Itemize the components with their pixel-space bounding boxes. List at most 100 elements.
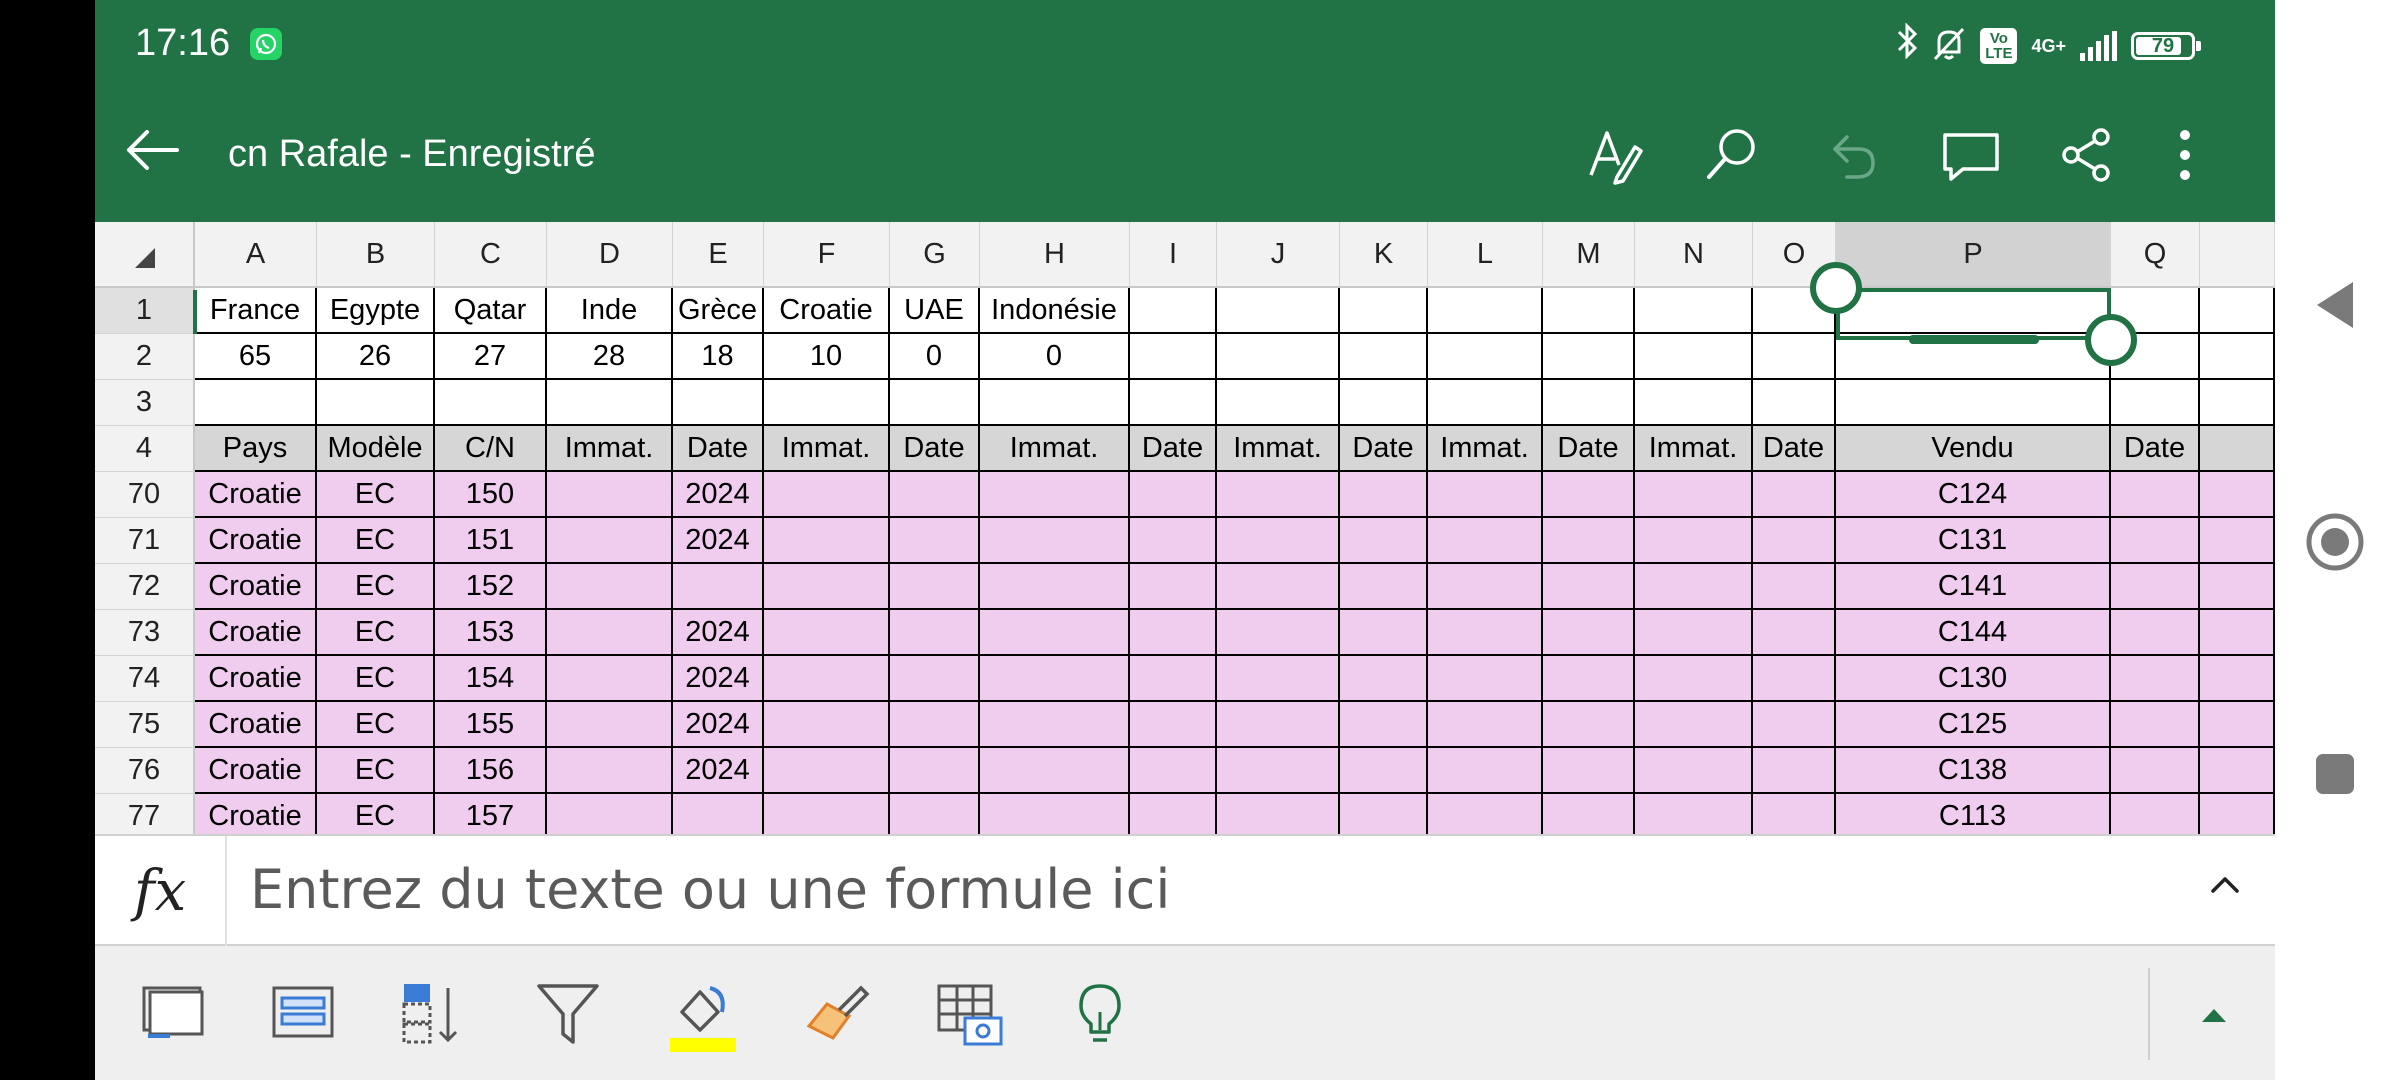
table-cell[interactable]	[764, 702, 890, 748]
table-cell[interactable]: Immat.	[1635, 426, 1753, 472]
table-cell[interactable]: C138	[1836, 748, 2111, 794]
table-cell[interactable]	[1635, 656, 1753, 702]
table-cell[interactable]	[547, 380, 673, 426]
table-cell[interactable]	[1428, 702, 1543, 748]
table-cell[interactable]	[764, 748, 890, 794]
table-cell[interactable]: Inde	[547, 288, 673, 334]
table-cell[interactable]: C124	[1836, 472, 2111, 518]
table-cell[interactable]: 2024	[673, 748, 764, 794]
table-cell[interactable]	[1635, 702, 1753, 748]
table-cell[interactable]: Egypte	[317, 288, 435, 334]
table-cell[interactable]	[1340, 794, 1428, 834]
column-header[interactable]: C	[435, 222, 547, 288]
table-cell[interactable]	[1543, 702, 1635, 748]
table-cell[interactable]	[1543, 518, 1635, 564]
table-cell[interactable]	[764, 656, 890, 702]
table-cell[interactable]: C141	[1836, 564, 2111, 610]
table-cell[interactable]: EC	[317, 748, 435, 794]
row-header[interactable]: 74	[95, 656, 195, 702]
table-cell[interactable]	[317, 380, 435, 426]
table-cell[interactable]	[1217, 518, 1340, 564]
table-cell[interactable]: Croatie	[195, 518, 317, 564]
table-cell[interactable]	[1340, 610, 1428, 656]
row-header[interactable]: 71	[95, 518, 195, 564]
table-cell[interactable]: EC	[317, 610, 435, 656]
column-header[interactable]: J	[1217, 222, 1340, 288]
table-cell[interactable]	[1340, 518, 1428, 564]
table-cell[interactable]	[890, 518, 980, 564]
table-cell[interactable]: Qatar	[435, 288, 547, 334]
table-cell[interactable]: Date	[673, 426, 764, 472]
table-cell[interactable]	[1130, 380, 1217, 426]
select-all-corner[interactable]	[95, 222, 195, 288]
table-cell[interactable]	[1635, 794, 1753, 834]
table-cell[interactable]: C131	[1836, 518, 2111, 564]
nav-back-icon[interactable]	[2315, 280, 2355, 335]
table-cell[interactable]	[980, 518, 1130, 564]
row-header[interactable]: 3	[95, 380, 195, 426]
selection-handle-start[interactable]	[1810, 262, 1862, 314]
table-cell[interactable]	[547, 610, 673, 656]
table-cell[interactable]: C113	[1836, 794, 2111, 834]
table-cell[interactable]: Indonésie	[980, 288, 1130, 334]
table-cell[interactable]: Date	[1543, 426, 1635, 472]
table-cell[interactable]	[890, 656, 980, 702]
table-cell[interactable]: 2024	[673, 518, 764, 564]
table-cell[interactable]	[1635, 288, 1753, 334]
table-cell[interactable]	[673, 564, 764, 610]
table-cell[interactable]	[764, 472, 890, 518]
table-cell[interactable]	[890, 610, 980, 656]
table-cell[interactable]	[764, 794, 890, 834]
table-cell[interactable]	[1217, 794, 1340, 834]
table-cell[interactable]: Croatie	[195, 656, 317, 702]
table-cell[interactable]	[1635, 380, 1753, 426]
table-cell[interactable]: 2024	[673, 472, 764, 518]
table-cell[interactable]: 157	[435, 794, 547, 834]
table-cell[interactable]	[980, 610, 1130, 656]
table-cell[interactable]: C144	[1836, 610, 2111, 656]
table-cell[interactable]	[547, 794, 673, 834]
row-header[interactable]: 77	[95, 794, 195, 834]
table-cell[interactable]	[890, 794, 980, 834]
column-header[interactable]: B	[317, 222, 435, 288]
table-cell[interactable]	[2111, 380, 2200, 426]
format-painter-icon[interactable]	[805, 982, 871, 1051]
table-cell[interactable]	[2111, 472, 2200, 518]
table-cell[interactable]	[435, 380, 547, 426]
table-cell[interactable]: Immat.	[1217, 426, 1340, 472]
table-cell[interactable]: Vendu	[1836, 426, 2111, 472]
table-cell[interactable]	[890, 702, 980, 748]
table-cell[interactable]	[673, 380, 764, 426]
table-cell[interactable]	[980, 472, 1130, 518]
column-header[interactable]: I	[1130, 222, 1217, 288]
table-cell[interactable]	[1753, 794, 1836, 834]
row-header[interactable]: 72	[95, 564, 195, 610]
table-cell[interactable]: Croatie	[195, 794, 317, 834]
table-cell[interactable]: Croatie	[764, 288, 890, 334]
table-cell[interactable]	[1130, 518, 1217, 564]
table-cell[interactable]	[1340, 472, 1428, 518]
table-cell[interactable]: 2024	[673, 610, 764, 656]
table-cell[interactable]	[980, 702, 1130, 748]
table-cell[interactable]	[1753, 380, 1836, 426]
table-cell[interactable]: EC	[317, 794, 435, 834]
table-cell[interactable]: 153	[435, 610, 547, 656]
table-cell[interactable]	[1217, 564, 1340, 610]
table-cell[interactable]	[1340, 748, 1428, 794]
sort-icon[interactable]	[400, 982, 466, 1051]
table-cell[interactable]: EC	[317, 472, 435, 518]
table-cell[interactable]	[1428, 794, 1543, 834]
table-cell[interactable]: 151	[435, 518, 547, 564]
table-cell[interactable]	[1635, 472, 1753, 518]
table-cell[interactable]	[1635, 610, 1753, 656]
table-cell[interactable]	[547, 702, 673, 748]
table-cell[interactable]: Date	[1130, 426, 1217, 472]
table-cell[interactable]: Immat.	[980, 426, 1130, 472]
table-cell[interactable]	[1130, 794, 1217, 834]
table-cell[interactable]	[1543, 656, 1635, 702]
table-cell[interactable]: Croatie	[195, 702, 317, 748]
table-cell[interactable]	[1130, 610, 1217, 656]
table-cell[interactable]	[890, 748, 980, 794]
selection-handle-end[interactable]	[2085, 314, 2137, 366]
chevron-up-icon[interactable]	[2210, 874, 2240, 899]
